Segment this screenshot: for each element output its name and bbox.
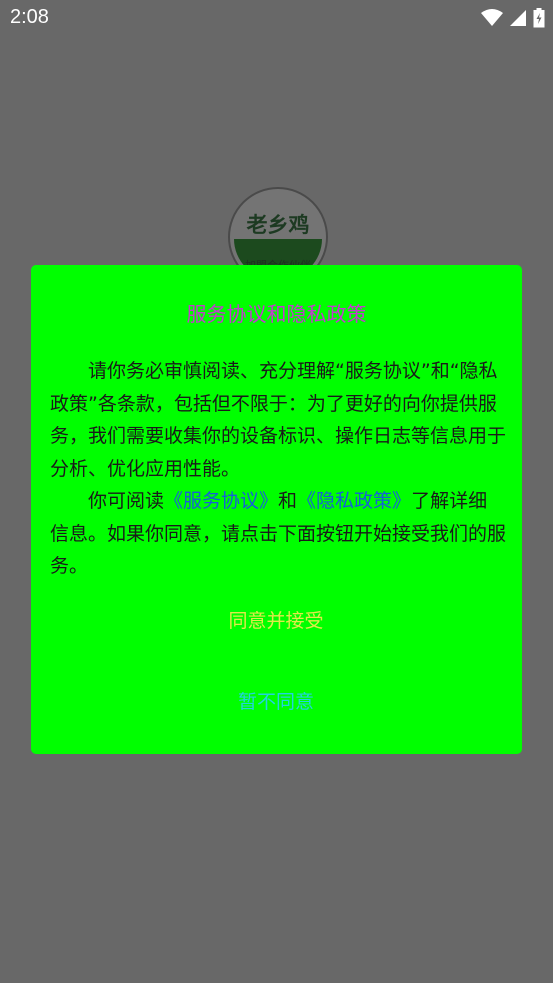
dialog-body: 请你务必审慎阅读、充分理解“服务协议”和“隐私政策”各条款，包括但不限于：为了更… [50,355,506,583]
disagree-button[interactable]: 暂不同意 [176,682,376,722]
wifi-icon [481,9,503,31]
agreement-dialog: 服务协议和隐私政策 请你务必审慎阅读、充分理解“服务协议”和“隐私政策”各条款，… [31,265,522,754]
para2-and: 和 [278,490,298,512]
dialog-paragraph-1: 请你务必审慎阅读、充分理解“服务协议”和“隐私政策”各条款，包括但不限于：为了更… [50,360,507,480]
status-bar: 2:08 [0,0,553,38]
dialog-title: 服务协议和隐私政策 [186,302,367,326]
status-icons [481,8,545,32]
agree-button[interactable]: 同意并接受 [176,601,376,641]
cellular-signal-icon [509,9,527,31]
status-time: 2:08 [10,6,49,28]
dialog-paragraph-2: 你可阅读《服务协议》和《隐私政策》了解详细信息。如果你同意，请点击下面按钮开始接… [50,485,506,583]
privacy-policy-link[interactable]: 《隐私政策》 [297,490,411,512]
battery-icon [533,8,545,32]
logo-text: 老乡鸡 [246,213,310,237]
para2-prefix: 你可阅读 [88,490,165,512]
service-agreement-link[interactable]: 《服务协议》 [164,490,278,512]
